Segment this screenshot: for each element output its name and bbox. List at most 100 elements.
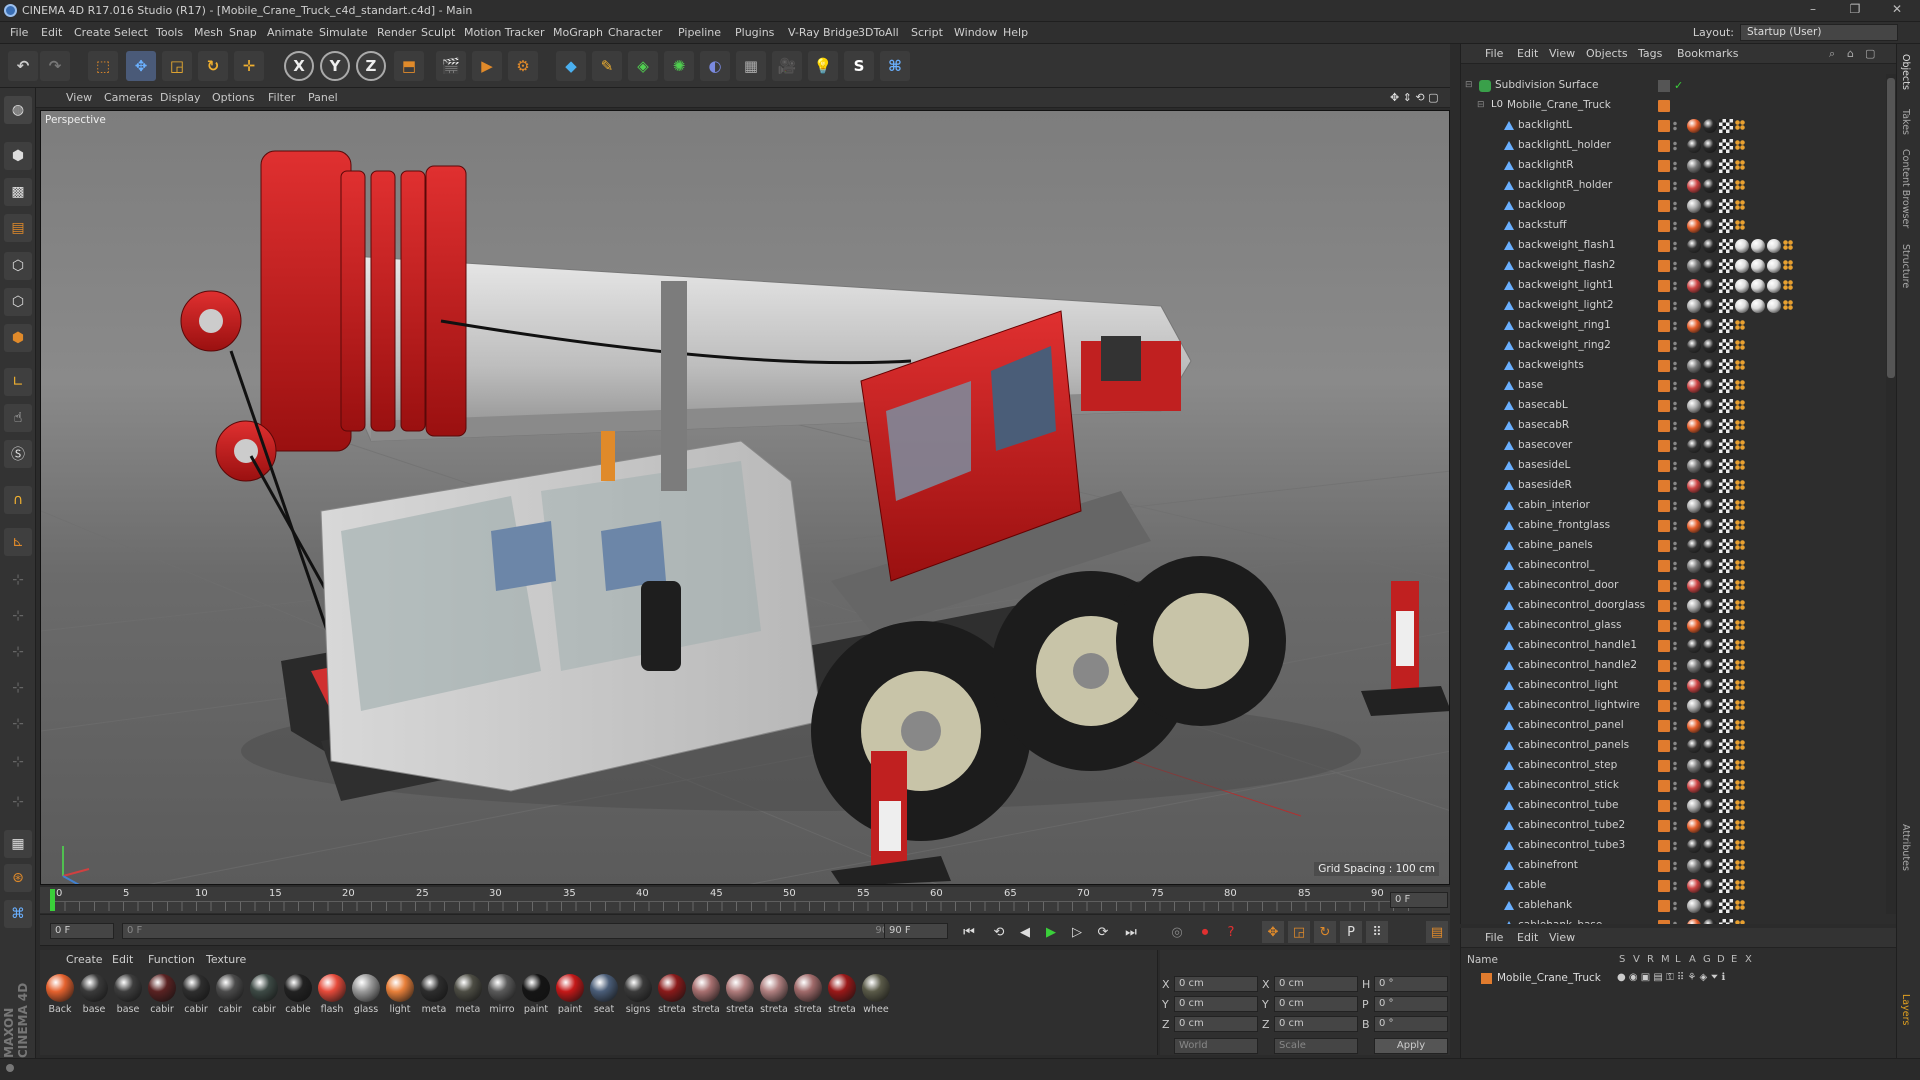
visibility-dots-icon[interactable] bbox=[1673, 141, 1677, 151]
material-tag-icon[interactable] bbox=[1687, 139, 1701, 153]
object-row[interactable]: cabinecontrol_handle1 bbox=[1461, 636, 1881, 656]
hair-tool-icon[interactable]: ⊹ bbox=[4, 788, 32, 816]
scrollbar-thumb[interactable] bbox=[1887, 78, 1895, 378]
material-tag-icon[interactable] bbox=[1703, 319, 1717, 333]
material-tag-icon[interactable] bbox=[1719, 699, 1733, 713]
material-tag-icon[interactable] bbox=[1687, 659, 1701, 673]
auto-keying-icon[interactable]: ⏺ bbox=[1194, 921, 1216, 943]
material-tag-icon[interactable] bbox=[1703, 819, 1717, 833]
phong-tag-icon[interactable] bbox=[1735, 560, 1745, 570]
object-row[interactable]: cablehank bbox=[1461, 896, 1881, 916]
material-tag-icon[interactable] bbox=[1687, 319, 1701, 333]
layers-menu-view[interactable]: View bbox=[1549, 931, 1575, 944]
frame-range-slider[interactable]: 0 F 90 F bbox=[122, 923, 912, 939]
visibility-dots-icon[interactable] bbox=[1673, 881, 1677, 891]
layer-column-header[interactable]: L bbox=[1675, 954, 1681, 965]
objects-menu-objects[interactable]: Objects bbox=[1586, 47, 1628, 60]
timeline-ruler[interactable]: 0 5 10 15 20 25 30 35 40 45 50 55 60 65 … bbox=[40, 887, 1450, 913]
previous-frame-icon[interactable]: ◀ bbox=[1014, 921, 1036, 943]
object-row[interactable]: backlightR_holder bbox=[1461, 176, 1881, 196]
sketch-tool-icon[interactable]: ⊹ bbox=[4, 638, 32, 666]
phong-tag-icon[interactable] bbox=[1735, 920, 1745, 924]
tab-layers[interactable]: Layers bbox=[1900, 994, 1911, 1025]
visibility-dots-icon[interactable] bbox=[1673, 801, 1677, 811]
edges-mode-icon[interactable]: ⬡ bbox=[4, 288, 32, 316]
object-row[interactable]: backlightL_holder bbox=[1461, 136, 1881, 156]
material-tag-icon[interactable] bbox=[1687, 259, 1701, 273]
object-row[interactable]: basesideR bbox=[1461, 476, 1881, 496]
material-tag-icon[interactable] bbox=[1719, 299, 1733, 313]
parameter-key-icon[interactable]: P bbox=[1340, 921, 1362, 943]
material-tag-icon[interactable] bbox=[1719, 659, 1733, 673]
object-row[interactable]: cable bbox=[1461, 876, 1881, 896]
material-swatch[interactable]: streta bbox=[690, 974, 722, 1015]
move-tool-icon[interactable]: ✥ bbox=[126, 51, 156, 81]
material-tag-icon[interactable] bbox=[1703, 579, 1717, 593]
phong-tag-icon[interactable] bbox=[1735, 360, 1745, 370]
material-tag-icon[interactable] bbox=[1703, 119, 1717, 133]
objects-menu-file[interactable]: File bbox=[1485, 47, 1503, 60]
material-tag-icon[interactable] bbox=[1687, 279, 1701, 293]
objects-menu-view[interactable]: View bbox=[1549, 47, 1575, 60]
visibility-dots-icon[interactable] bbox=[1673, 281, 1677, 291]
rotation-h-field[interactable]: 0 ° bbox=[1374, 976, 1448, 992]
material-tag-icon[interactable] bbox=[1687, 159, 1701, 173]
material-tag-icon[interactable] bbox=[1703, 159, 1717, 173]
material-tag-icon[interactable] bbox=[1703, 859, 1717, 873]
undo-icon[interactable]: ↶ bbox=[8, 51, 38, 81]
visibility-dots-icon[interactable] bbox=[1673, 221, 1677, 231]
material-tag-icon[interactable] bbox=[1703, 459, 1717, 473]
material-tag-icon[interactable] bbox=[1719, 239, 1733, 253]
material-tag-icon[interactable] bbox=[1703, 239, 1717, 253]
material-tag-icon[interactable] bbox=[1703, 839, 1717, 853]
object-row[interactable]: basecabR bbox=[1461, 416, 1881, 436]
object-row[interactable]: backweight_ring2 bbox=[1461, 336, 1881, 356]
phong-tag-icon[interactable] bbox=[1735, 120, 1745, 130]
material-tag-icon[interactable] bbox=[1687, 519, 1701, 533]
material-tag-icon[interactable] bbox=[1687, 559, 1701, 573]
layer-column-header[interactable]: D bbox=[1717, 954, 1725, 965]
material-swatch[interactable]: light bbox=[384, 974, 416, 1015]
phong-tag-icon[interactable] bbox=[1735, 660, 1745, 670]
material-tag-icon[interactable] bbox=[1687, 339, 1701, 353]
material-menu-texture[interactable]: Texture bbox=[206, 953, 246, 966]
material-swatch[interactable]: signs bbox=[622, 974, 654, 1015]
material-tag-icon[interactable] bbox=[1719, 119, 1733, 133]
visibility-dots-icon[interactable] bbox=[1673, 501, 1677, 511]
python-console-icon[interactable]: ⌘ bbox=[4, 900, 32, 928]
perspective-viewport[interactable]: Perspective Grid Spacing : 100 cm bbox=[40, 110, 1450, 885]
material-tag-icon[interactable] bbox=[1687, 219, 1701, 233]
material-swatch[interactable]: streta bbox=[724, 974, 756, 1015]
object-row[interactable]: basesideL bbox=[1461, 456, 1881, 476]
planar-workplane-icon[interactable]: ⊾ bbox=[4, 528, 32, 556]
material-tag-icon[interactable] bbox=[1703, 279, 1717, 293]
paint-tool-icon[interactable]: ⊹ bbox=[4, 674, 32, 702]
current-frame-field[interactable]: 0 F bbox=[1390, 892, 1448, 908]
position-x-field[interactable]: 0 cm bbox=[1174, 976, 1258, 992]
layer-row[interactable]: Mobile_Crane_Truck ● ◉ ▣ ▤ ⚿ ⠿ ⚘ ◈ ⏷ ℹ bbox=[1461, 970, 1881, 988]
model-mode-icon[interactable]: ⬢ bbox=[4, 142, 32, 170]
phong-tag-icon[interactable] bbox=[1735, 500, 1745, 510]
material-tag-icon[interactable] bbox=[1687, 299, 1701, 313]
visibility-dots-icon[interactable] bbox=[1673, 421, 1677, 431]
coordinate-system-icon[interactable]: ⬒ bbox=[394, 51, 424, 81]
menu-sculpt[interactable]: Sculpt bbox=[421, 26, 455, 39]
material-tag-icon[interactable] bbox=[1703, 479, 1717, 493]
material-tag-icon[interactable] bbox=[1703, 339, 1717, 353]
material-tag-icon[interactable] bbox=[1703, 759, 1717, 773]
material-tag-icon[interactable] bbox=[1719, 439, 1733, 453]
menu-create[interactable]: Create bbox=[74, 26, 111, 39]
phong-tag-icon[interactable] bbox=[1735, 320, 1745, 330]
material-swatch[interactable]: cable bbox=[282, 974, 314, 1015]
phong-tag-icon[interactable] bbox=[1735, 880, 1745, 890]
material-tag-icon[interactable] bbox=[1703, 379, 1717, 393]
cube-primitive-icon[interactable]: ◆ bbox=[556, 51, 586, 81]
object-row-root[interactable]: ⊟ Subdivision Surface ✓ bbox=[1461, 76, 1881, 96]
visibility-dots-icon[interactable] bbox=[1673, 621, 1677, 631]
material-tag-icon[interactable] bbox=[1751, 239, 1765, 253]
keyframe-selection-icon[interactable]: ? bbox=[1220, 921, 1242, 943]
material-tag-icon[interactable] bbox=[1703, 499, 1717, 513]
visibility-dots-icon[interactable] bbox=[1673, 581, 1677, 591]
material-swatch[interactable]: streta bbox=[826, 974, 858, 1015]
phong-tag-icon[interactable] bbox=[1735, 380, 1745, 390]
